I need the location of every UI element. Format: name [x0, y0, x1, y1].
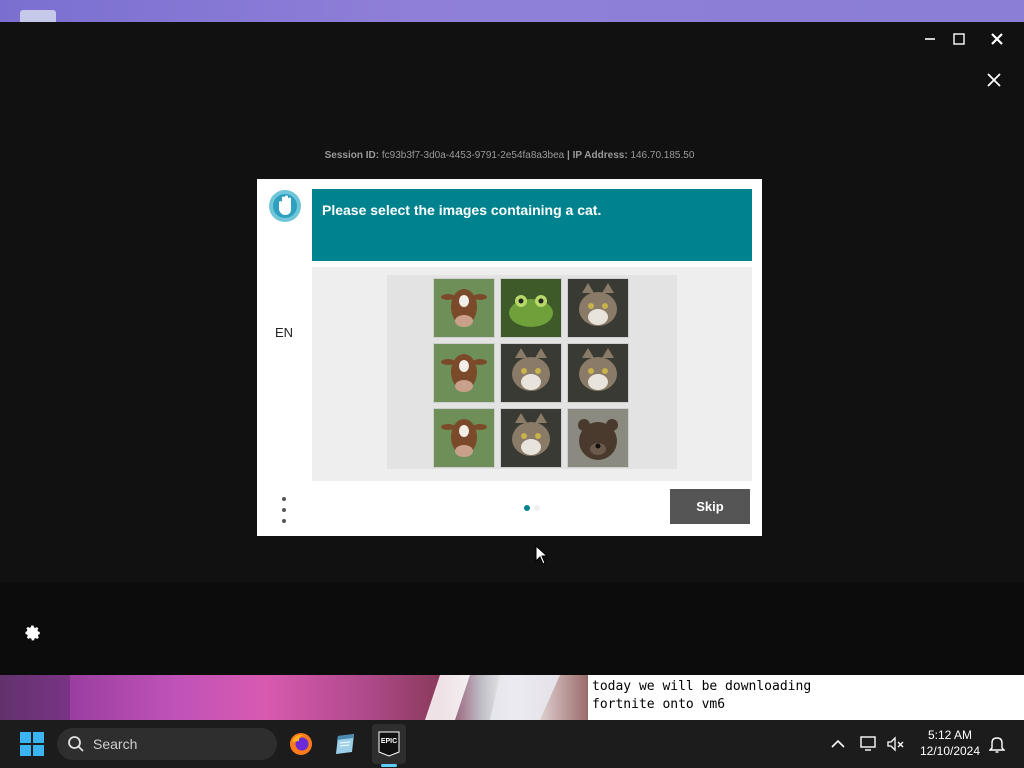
launcher-window: Session ID: fc93b3f7-3d0a-4453-9791-2e54… — [0, 22, 1024, 675]
cow-image — [434, 344, 494, 402]
notifications-button[interactable] — [986, 733, 1008, 755]
bear-image — [568, 409, 628, 467]
prompt-text: Please select the images containing a ca… — [322, 202, 602, 218]
captcha-close-button[interactable] — [980, 66, 1008, 94]
close-icon — [991, 33, 1003, 45]
active-app-indicator — [381, 764, 397, 767]
captcha-tile-cat[interactable] — [500, 408, 562, 468]
network-status-button[interactable] — [858, 732, 882, 756]
captcha-tile-cat[interactable] — [500, 343, 562, 403]
clock-date: 12/10/2024 — [919, 744, 981, 758]
bell-icon — [989, 737, 1005, 753]
desktop-shortcut-icon[interactable] — [20, 10, 56, 22]
taskbar: Search EPIC 5:12 AM 12/10/2024 — [0, 720, 1024, 768]
captcha-tile-frog[interactable] — [500, 278, 562, 338]
ip-label: IP Address: — [572, 150, 628, 161]
caption-line: fortnite onto vm6 — [592, 697, 726, 712]
language-selector[interactable]: EN — [267, 325, 301, 340]
session-separator: | — [567, 150, 570, 161]
ip-address: 146.70.185.50 — [630, 150, 695, 161]
cow-image — [434, 409, 494, 467]
stream-preview-image — [0, 675, 560, 720]
captcha-tile-cat[interactable] — [567, 278, 629, 338]
image-grid — [387, 275, 677, 469]
cat-image — [568, 279, 628, 337]
page-dot — [534, 505, 540, 511]
window-close-button[interactable] — [983, 28, 1011, 50]
windows-logo-icon — [20, 732, 44, 756]
page-dot — [524, 505, 530, 511]
menu-dot — [282, 508, 286, 512]
firefox-icon — [290, 733, 312, 755]
more-options-button[interactable] — [275, 497, 293, 523]
taskbar-search-box[interactable]: Search — [57, 728, 277, 760]
speaker-muted-icon — [887, 736, 904, 752]
captcha-dialog: EN Please select the images containing a… — [257, 179, 762, 536]
cat-image — [568, 344, 628, 402]
frog-image — [501, 279, 561, 337]
menu-dot — [282, 497, 286, 501]
challenge-prompt: Please select the images containing a ca… — [312, 189, 752, 261]
hcaptcha-logo-icon — [269, 190, 301, 222]
close-icon — [987, 73, 1001, 87]
minimize-button[interactable] — [916, 28, 944, 50]
minimize-icon — [925, 38, 935, 40]
volume-status-button[interactable] — [884, 732, 908, 756]
search-label: Search — [93, 736, 138, 752]
desktop-wallpaper-strip — [0, 0, 1024, 22]
captcha-tile-bear[interactable] — [567, 408, 629, 468]
captcha-tile-cow[interactable] — [433, 343, 495, 403]
system-clock[interactable]: 5:12 AM 12/10/2024 — [912, 727, 988, 759]
launcher-footer-band — [0, 582, 1024, 675]
session-id: fc93b3f7-3d0a-4453-9791-2e54fa8a3bea — [381, 150, 565, 161]
menu-dot — [282, 519, 286, 523]
challenge-area — [312, 267, 752, 481]
search-icon — [68, 736, 84, 752]
settings-gear-icon[interactable] — [24, 624, 42, 642]
network-icon — [860, 736, 876, 751]
captcha-tile-cat[interactable] — [567, 343, 629, 403]
maximize-icon — [953, 33, 965, 45]
session-label: Session ID: — [324, 150, 380, 161]
start-button[interactable] — [16, 730, 48, 758]
stream-preview — [0, 675, 588, 720]
show-hidden-icons-button[interactable] — [828, 734, 848, 754]
captcha-tile-cow[interactable] — [433, 278, 495, 338]
page-indicator — [524, 505, 544, 511]
maximize-button[interactable] — [945, 28, 973, 50]
taskbar-notepad[interactable] — [330, 728, 360, 760]
cat-image — [501, 344, 561, 402]
notepad-icon — [336, 734, 354, 754]
taskbar-firefox[interactable] — [286, 728, 316, 760]
session-info: Session ID: fc93b3f7-3d0a-4453-9791-2e54… — [257, 150, 762, 161]
skip-button[interactable]: Skip — [670, 489, 750, 524]
taskbar-epic-games[interactable]: EPIC — [372, 724, 406, 764]
chevron-up-icon — [831, 739, 845, 748]
mouse-cursor-icon — [535, 545, 549, 565]
caption-overlay: today we will be downloading fortnite on… — [588, 675, 1024, 720]
cat-image — [501, 409, 561, 467]
caption-line: today we will be downloading — [592, 679, 812, 694]
cow-image — [434, 279, 494, 337]
epic-icon-text: EPIC — [380, 738, 398, 745]
clock-time: 5:12 AM — [927, 728, 973, 742]
captcha-tile-cow[interactable] — [433, 408, 495, 468]
